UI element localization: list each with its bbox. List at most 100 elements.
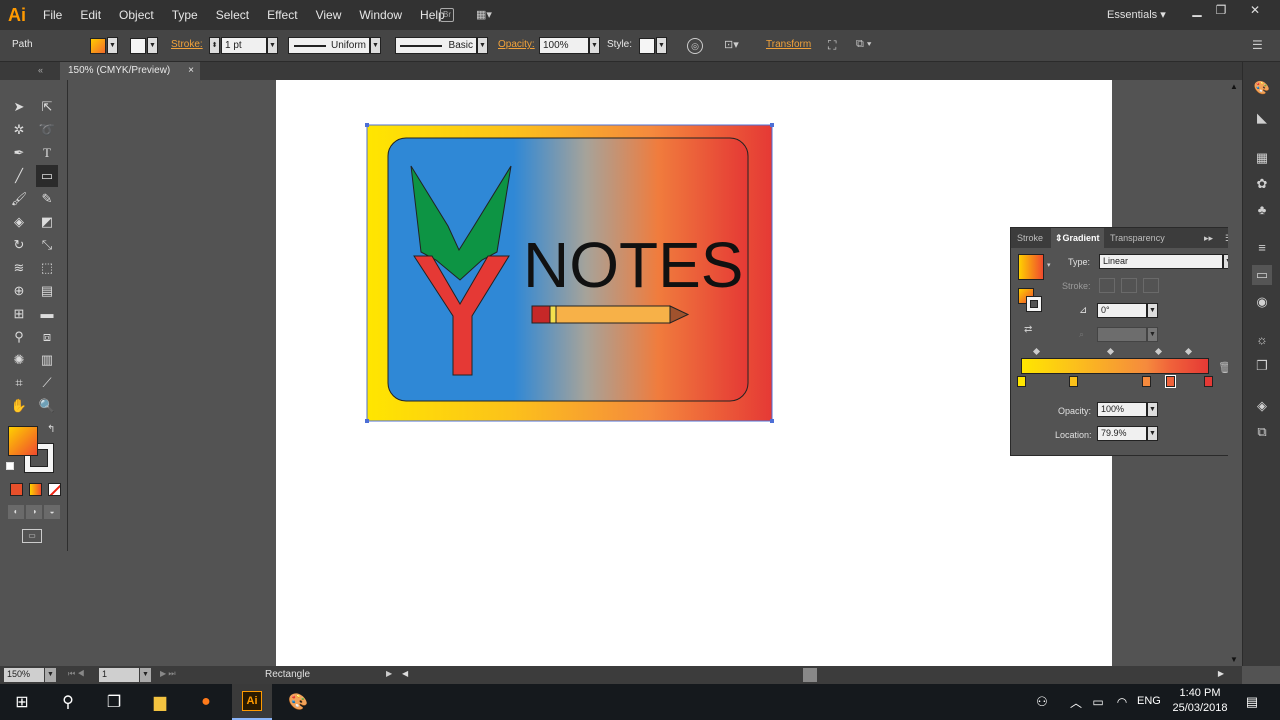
- eyedropper-tool-icon[interactable]: ⚲: [8, 326, 30, 348]
- none-mode-icon[interactable]: [48, 483, 61, 496]
- vertical-scrollbar[interactable]: ▲ ▼: [1228, 80, 1242, 666]
- shape-builder-tool-icon[interactable]: ⊕: [8, 280, 30, 302]
- gradient-tool-icon[interactable]: ▬: [36, 303, 58, 325]
- stroke-weight-stepper[interactable]: ⬍: [209, 37, 220, 54]
- angle-field[interactable]: 0°: [1097, 303, 1147, 318]
- language-indicator[interactable]: ENG: [1137, 695, 1161, 707]
- lasso-tool-icon[interactable]: ➰: [36, 119, 58, 141]
- menu-object[interactable]: Object: [110, 0, 163, 30]
- task-view-icon[interactable]: ❐: [100, 688, 128, 716]
- slice-tool-icon[interactable]: ⟋: [36, 372, 58, 394]
- pencil-tool-icon[interactable]: ✎: [36, 188, 58, 210]
- pen-tool-icon[interactable]: ✒: [8, 142, 30, 164]
- opacity-label[interactable]: Opacity:: [498, 39, 535, 50]
- menu-view[interactable]: View: [307, 0, 351, 30]
- gradient-type-select[interactable]: Linear: [1099, 254, 1223, 269]
- wifi-icon[interactable]: ◠: [1108, 688, 1136, 716]
- location-dropdown[interactable]: ▼: [1147, 426, 1158, 441]
- artboard-tool-icon[interactable]: ⌗: [8, 372, 30, 394]
- firefox-icon[interactable]: ●: [192, 688, 220, 716]
- stroke-label[interactable]: Stroke:: [171, 39, 203, 50]
- menu-select[interactable]: Select: [207, 0, 258, 30]
- artboard-number-field[interactable]: 1: [99, 668, 139, 682]
- gradient-thumbnail[interactable]: [1018, 254, 1044, 280]
- close-window-button[interactable]: ✕: [1240, 0, 1270, 22]
- zoom-tool-icon[interactable]: 🔍: [36, 395, 58, 417]
- location-field[interactable]: 79.9%: [1097, 426, 1147, 441]
- reverse-gradient-icon[interactable]: ⇄: [1024, 324, 1032, 335]
- search-icon[interactable]: ⚲: [54, 688, 82, 716]
- scale-tool-icon[interactable]: ⤡: [36, 234, 58, 256]
- transparency-panel-icon[interactable]: ◉: [1252, 292, 1272, 312]
- workspace-switcher[interactable]: Essentials ▾: [1107, 8, 1166, 21]
- scroll-left-icon[interactable]: ◀: [402, 669, 408, 678]
- paint-app-icon[interactable]: 🎨: [284, 688, 312, 716]
- stop-opacity-dropdown[interactable]: ▼: [1147, 402, 1158, 417]
- line-tool-icon[interactable]: ╱: [8, 165, 30, 187]
- arrange-documents-icon[interactable]: ▦▾: [476, 8, 500, 22]
- zoom-dropdown[interactable]: ▼: [45, 668, 56, 682]
- tab-gradient[interactable]: ⇕Gradient: [1051, 228, 1104, 248]
- artboards-icon[interactable]: ⧉: [1252, 422, 1272, 442]
- next-artboard-icon[interactable]: ▶ ⏭: [160, 669, 176, 679]
- midpoint-diamond[interactable]: [1154, 347, 1163, 356]
- stroke-weight-dropdown[interactable]: ▼: [267, 37, 278, 54]
- stroke-dropdown[interactable]: ▼: [147, 37, 158, 54]
- selection-handle[interactable]: [770, 419, 774, 423]
- menu-file[interactable]: File: [34, 0, 71, 30]
- notes-text[interactable]: NOTES: [523, 229, 743, 301]
- people-icon[interactable]: ⚇: [1028, 688, 1056, 716]
- fill-color-box-front[interactable]: [8, 426, 38, 456]
- stroke-weight-field[interactable]: 1 pt: [221, 37, 267, 54]
- color-stop[interactable]: [1204, 376, 1213, 387]
- illustrator-taskbar-icon[interactable]: Ai: [232, 684, 272, 720]
- profile-dropdown[interactable]: ▼: [370, 37, 381, 54]
- color-stop-selected[interactable]: [1165, 375, 1176, 388]
- restore-button[interactable]: ❐: [1206, 0, 1236, 22]
- gradient-panel-icon[interactable]: ▭: [1252, 265, 1272, 285]
- eraser-tool-icon[interactable]: ◩: [36, 211, 58, 233]
- scroll-right-icon[interactable]: ▶: [1218, 669, 1224, 678]
- perspective-grid-tool-icon[interactable]: ▤: [36, 280, 58, 302]
- collapse-panel-icon[interactable]: ▸▸: [1204, 228, 1213, 248]
- screen-mode-icon[interactable]: ▭: [22, 529, 42, 543]
- color-panel-icon[interactable]: 🎨: [1252, 78, 1272, 98]
- warp-tool-icon[interactable]: ≋: [8, 257, 30, 279]
- default-fill-stroke-icon[interactable]: [6, 462, 14, 470]
- draw-inside-icon[interactable]: ◒: [44, 505, 60, 519]
- transform-link[interactable]: Transform: [766, 39, 811, 50]
- status-menu-icon[interactable]: ▶: [386, 669, 392, 678]
- free-transform-tool-icon[interactable]: ⬚: [36, 257, 58, 279]
- gradient-mode-icon[interactable]: [29, 483, 42, 496]
- close-tab-icon[interactable]: ×: [188, 62, 194, 80]
- selection-handle[interactable]: [770, 123, 774, 127]
- notifications-icon[interactable]: ▤: [1238, 688, 1266, 716]
- tab-stroke[interactable]: Stroke: [1017, 228, 1043, 248]
- color-stop[interactable]: [1069, 376, 1078, 387]
- scroll-down-icon[interactable]: ▼: [1230, 655, 1238, 664]
- opacity-field[interactable]: 100%: [539, 37, 589, 54]
- stroke-gradient-box[interactable]: [1026, 296, 1042, 312]
- logo-artwork[interactable]: NOTES: [364, 122, 776, 425]
- recolor-artwork-icon[interactable]: ◎: [687, 38, 703, 54]
- menu-edit[interactable]: Edit: [71, 0, 110, 30]
- midpoint-diamond[interactable]: [1032, 347, 1041, 356]
- draw-behind-icon[interactable]: ◑: [26, 505, 42, 519]
- angle-dropdown[interactable]: ▼: [1147, 303, 1158, 318]
- selection-handle[interactable]: [365, 419, 369, 423]
- graphic-style-swatch[interactable]: [639, 38, 655, 54]
- align-icon[interactable]: ⊡▾: [724, 38, 739, 51]
- magic-wand-tool-icon[interactable]: ✲: [8, 119, 30, 141]
- arrange-icon[interactable]: ⧉ ▾: [856, 38, 872, 51]
- blend-tool-icon[interactable]: ⧈: [36, 326, 58, 348]
- gradient-slider[interactable]: [1021, 358, 1209, 374]
- first-artboard-icon[interactable]: ⏮ ◀: [68, 669, 85, 679]
- bridge-icon[interactable]: Br: [440, 8, 454, 22]
- color-stop[interactable]: [1017, 376, 1026, 387]
- stop-opacity-field[interactable]: 100%: [1097, 402, 1147, 417]
- direct-selection-tool-icon[interactable]: ⇱: [36, 96, 58, 118]
- artboard-dropdown[interactable]: ▼: [140, 668, 151, 682]
- swatches-icon[interactable]: ▦: [1252, 148, 1272, 168]
- gradient-presets-dropdown-icon[interactable]: ▾: [1047, 261, 1051, 269]
- symbol-sprayer-tool-icon[interactable]: ✺: [8, 349, 30, 371]
